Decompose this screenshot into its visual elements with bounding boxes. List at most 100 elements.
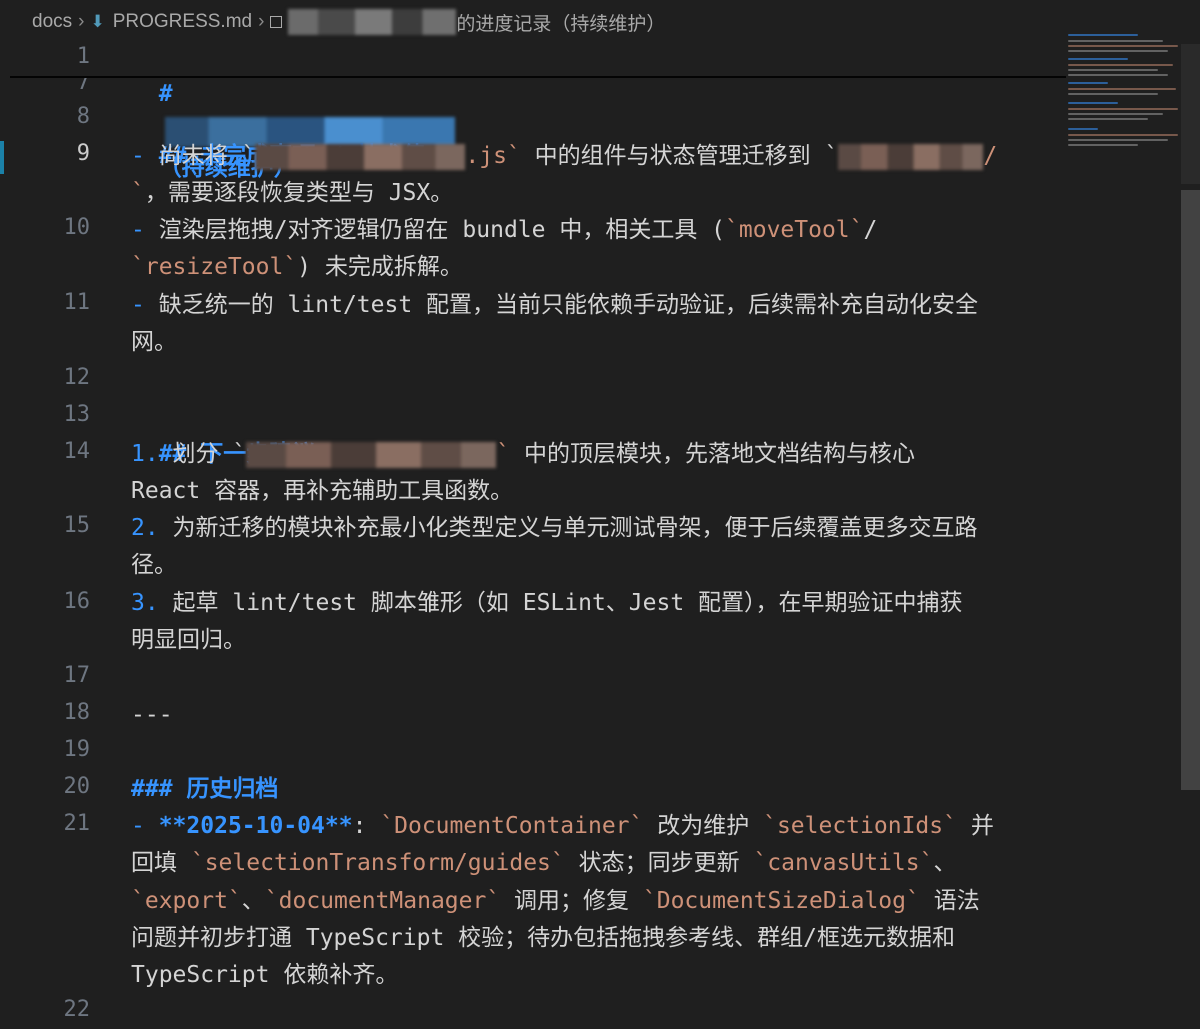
code-line-wrap[interactable]: `，需要逐段恢复类型与 JSX。 <box>131 175 453 212</box>
sticky-scroll-divider <box>10 76 1066 78</box>
inline-code: `documentManager` <box>264 888 501 914</box>
breadcrumb-section[interactable]: 的进度记录（持续维护） <box>456 9 665 36</box>
inline-code: ` <box>131 180 145 206</box>
code-line-wrap[interactable]: 径。 <box>131 547 177 584</box>
code-line-wrap[interactable]: 问题并初步打通 TypeScript 校验；待办包括拖拽参考线、群组/框选元数据… <box>131 920 955 957</box>
redacted-text <box>255 143 466 170</box>
list-number: 2. <box>131 515 159 541</box>
line-number: 15 <box>63 513 91 538</box>
code-line-wrap[interactable]: 明显回归。 <box>131 622 246 659</box>
redacted-text <box>246 441 497 468</box>
text: 问题并初步打通 TypeScript 校验；待办包括拖拽参考线、群组/框选元数据… <box>131 925 956 951</box>
list-number: 1. <box>131 441 159 467</box>
inline-code: `moveTool` <box>725 217 864 243</box>
inline-code: `DocumentContainer` <box>380 813 644 839</box>
code-line[interactable]: --- <box>131 697 173 734</box>
list-marker: - <box>131 292 159 318</box>
code-line[interactable]: - 尚未将 ` .js` 中的组件与状态管理迁移到 ` / <box>131 138 997 175</box>
breadcrumb: docs › ⬇ PROGRESS.md › 的进度记录（持续维护） <box>0 0 1200 44</box>
line-number: 17 <box>63 663 91 688</box>
code-line[interactable]: ### 历史归档 <box>131 771 278 808</box>
text: 语法 <box>919 888 980 914</box>
list-marker: - <box>131 217 159 243</box>
modified-line-marker <box>0 141 4 174</box>
text: 状态；同步更新 <box>564 850 754 876</box>
line-number: 18 <box>63 700 91 725</box>
text: 划分 ` <box>158 441 247 467</box>
text: : <box>352 813 381 839</box>
text: 中的组件与状态管理迁移到 ` <box>520 143 839 169</box>
code-line[interactable]: 1. 划分 ` ` 中的顶层模块，先落地文档结构与核心 <box>131 436 915 473</box>
line-number: 1 <box>76 44 90 69</box>
list-marker: - <box>131 813 159 839</box>
inline-code: .js` <box>465 143 521 169</box>
chevron-right-icon: › <box>258 11 265 32</box>
text: ) 未完成拆解。 <box>297 254 463 280</box>
text: TypeScript 依赖补齐。 <box>131 962 399 988</box>
line-number: 21 <box>63 811 91 836</box>
inline-code: `DocumentSizeDialog` <box>642 888 920 914</box>
code-line-wrap[interactable]: 回填 `selectionTransform/guides` 状态；同步更新 `… <box>131 845 956 882</box>
redacted-text <box>288 9 457 35</box>
line-number: 22 <box>63 997 91 1022</box>
code-line-wrap[interactable]: `export`、`documentManager` 调用；修复 `Docume… <box>131 883 980 920</box>
line-number: 11 <box>63 290 91 315</box>
text: 改为维护 <box>643 813 764 839</box>
horizontal-rule: --- <box>131 702 173 728</box>
line-number: 13 <box>63 402 91 427</box>
text: 缺乏统一的 lint/test 配置，当前只能依赖手动验证，后续需补充自动化安全 <box>158 292 979 318</box>
list-number: 3. <box>131 590 159 616</box>
text: 网。 <box>131 329 177 355</box>
symbol-string-icon <box>270 16 283 28</box>
inline-code: ` <box>496 441 511 467</box>
redacted-text <box>838 143 984 170</box>
code-line[interactable]: - 缺乏统一的 lint/test 配置，当前只能依赖手动验证，后续需补充自动化… <box>131 287 978 324</box>
text: 明显回归。 <box>131 627 246 653</box>
text: 渲染层拖拽/对齐逻辑仍留在 bundle 中，相关工具 ( <box>158 217 726 243</box>
line-number: 20 <box>63 774 91 799</box>
line-number: 14 <box>63 439 91 464</box>
minimap[interactable] <box>1068 30 1180 160</box>
text: React 容器，再补充辅助工具函数。 <box>131 478 514 504</box>
breadcrumb-file[interactable]: PROGRESS.md <box>113 11 252 33</box>
line-number: 8 <box>76 104 90 129</box>
code-line-wrap[interactable]: `resizeTool`) 未完成拆解。 <box>131 249 463 286</box>
text: ，需要逐段恢复类型与 JSX。 <box>144 180 454 206</box>
code-line-wrap[interactable]: React 容器，再补充辅助工具函数。 <box>131 473 513 510</box>
text: 为新迁移的模块补充最小化类型定义与单元测试骨架，便于后续覆盖更多交互路 <box>158 515 978 541</box>
code-line[interactable]: - **2025-10-04**: `DocumentContainer` 改为… <box>131 808 994 845</box>
text: 径。 <box>131 552 177 578</box>
inline-code: `canvasUtils` <box>753 850 934 876</box>
code-line[interactable]: - 渲染层拖拽/对齐逻辑仍留在 bundle 中，相关工具 (`moveTool… <box>131 212 877 249</box>
text: 、 <box>933 850 957 876</box>
inline-code: `resizeTool` <box>131 254 298 280</box>
text: 、 <box>241 888 265 914</box>
bold-date: **2025-10-04** <box>158 813 353 839</box>
line-number-gutter: 1 7 8 9 10 11 12 13 14 15 16 17 18 19 20… <box>0 0 110 1029</box>
line-number: 16 <box>63 589 91 614</box>
line-number: 9 <box>76 141 90 166</box>
text: / <box>863 217 878 243</box>
heading-text: ### 历史归档 <box>131 776 279 802</box>
scrollbar-overview-band <box>1181 44 1200 184</box>
line-number: 12 <box>63 365 91 390</box>
code-line[interactable]: 3. 起草 lint/test 脚本雏形（如 ESLint、Jest 配置），在… <box>131 585 963 622</box>
line-number: 19 <box>63 737 91 762</box>
inline-code: `selectionTransform/guides` <box>190 850 565 876</box>
line-number: 10 <box>63 215 91 240</box>
inline-code: `selectionIds` <box>763 813 957 839</box>
code-line-wrap[interactable]: 网。 <box>131 324 177 361</box>
text: 尚未将 ` <box>158 143 256 169</box>
text: 起草 lint/test 脚本雏形（如 ESLint、Jest 配置），在早期验… <box>158 590 963 616</box>
inline-code: / <box>983 143 998 169</box>
inline-code: `export` <box>131 888 242 914</box>
text: 调用；修复 <box>500 888 643 914</box>
code-line[interactable]: 2. 为新迁移的模块补充最小化类型定义与单元测试骨架，便于后续覆盖更多交互路 <box>131 510 978 547</box>
scrollbar-thumb[interactable] <box>1181 190 1200 790</box>
text: 并 <box>956 813 994 839</box>
text: 回填 <box>131 850 191 876</box>
code-line-wrap[interactable]: TypeScript 依赖补齐。 <box>131 957 398 994</box>
line-number: 7 <box>76 70 90 95</box>
text: 中的顶层模块，先落地文档结构与核心 <box>510 441 915 467</box>
list-marker: - <box>131 143 159 169</box>
